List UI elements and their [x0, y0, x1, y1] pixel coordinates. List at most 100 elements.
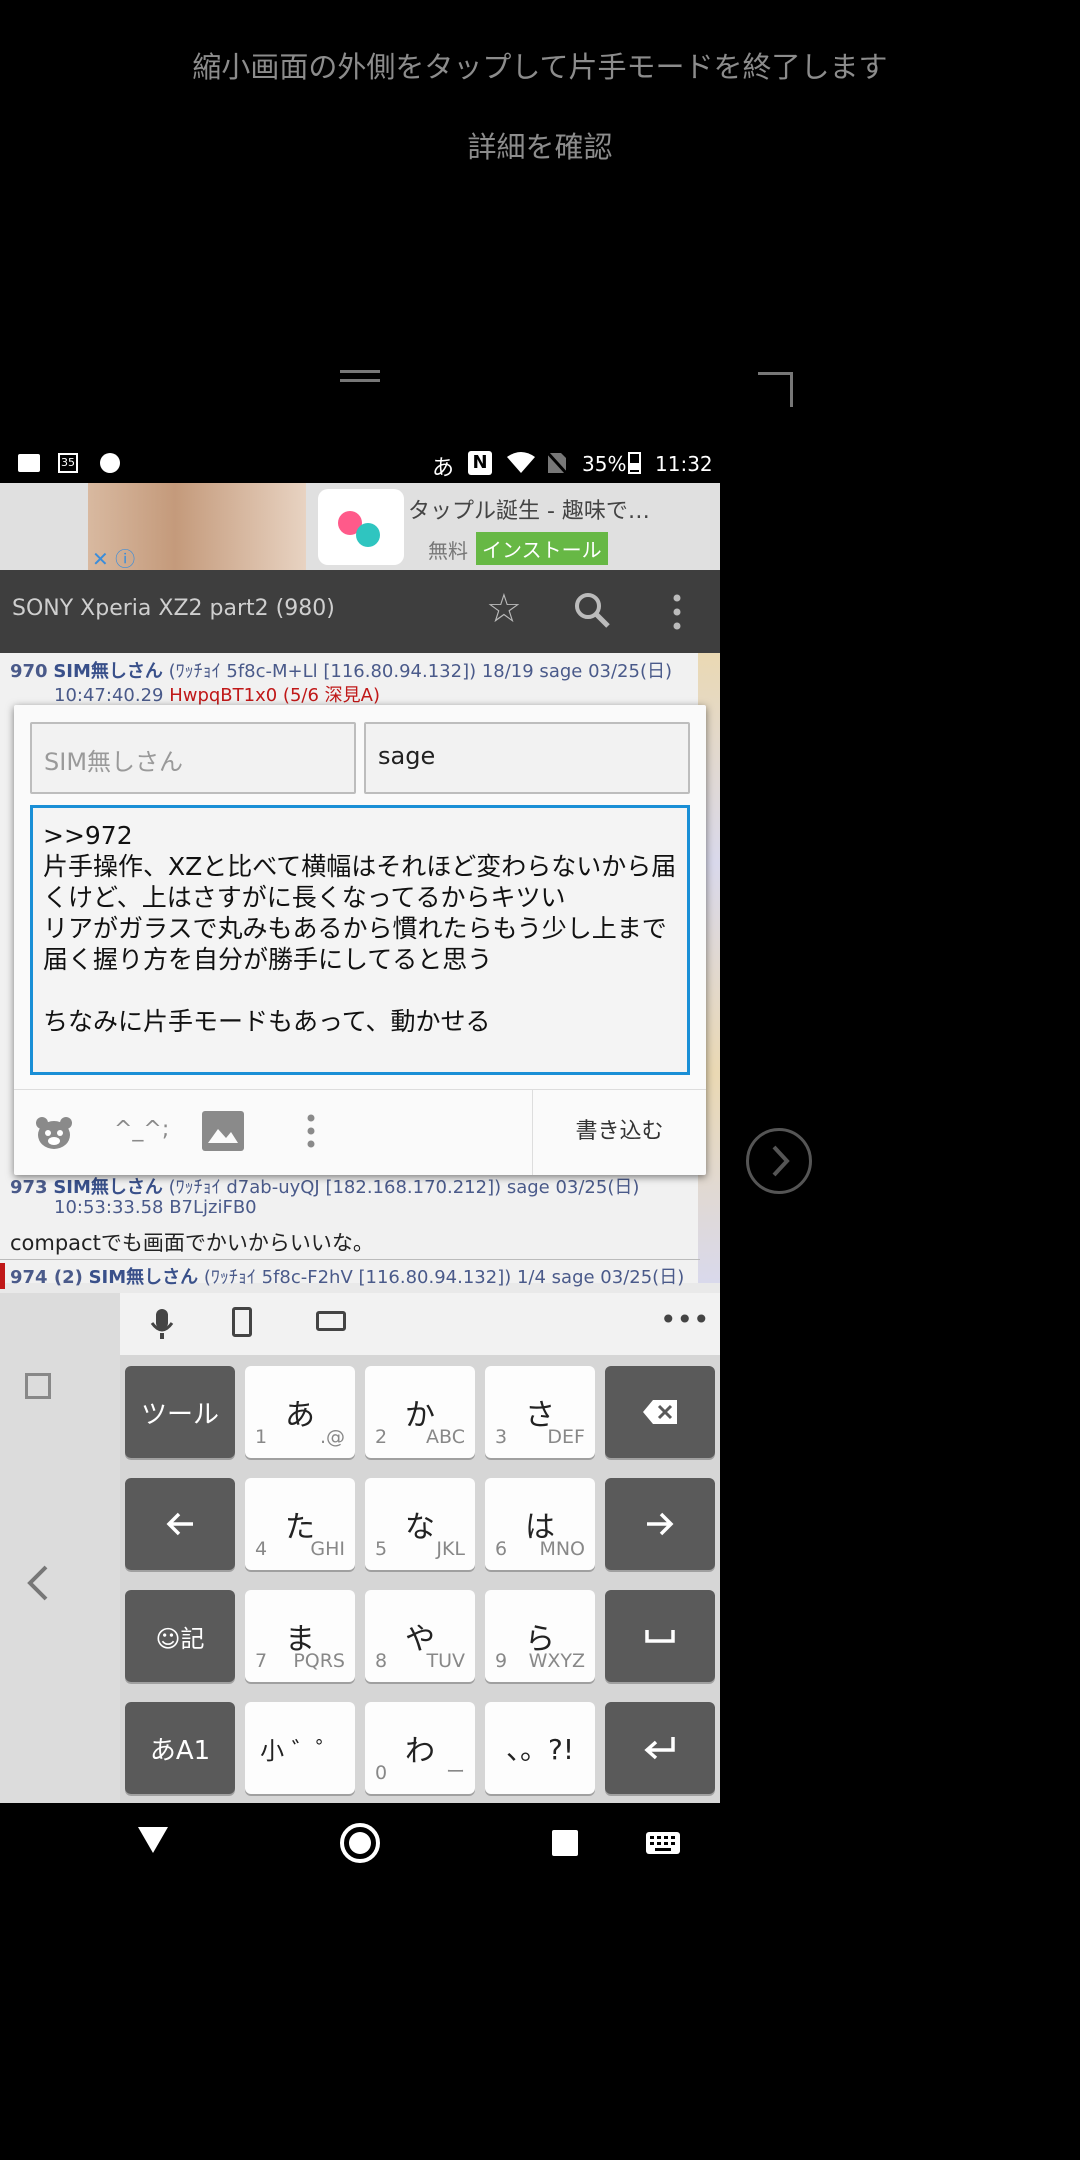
enter-icon	[644, 1737, 675, 1760]
emoji-key-label: ☺記	[155, 1624, 205, 1653]
key-ha[interactable]: は 6 MNO	[485, 1478, 595, 1570]
post-timestamp: 10:47:40.29	[54, 685, 164, 706]
battery-percent: 35%	[582, 452, 627, 476]
right-arrow-key[interactable]	[605, 1478, 715, 1570]
post-divider	[0, 1259, 700, 1260]
switch-side-button[interactable]	[746, 1128, 812, 1194]
post-id[interactable]: HwpqBT1x0 (5/6 深見A)	[169, 685, 380, 706]
key-letters: WXYZ	[528, 1650, 585, 1672]
ad-title: タップル誕生 - 趣味で…	[408, 499, 650, 524]
home-icon[interactable]	[340, 1823, 380, 1863]
post-header: 974 (2) SIM無しさん (ﾜｯﾁｮｲ 5f8c-F2hV [116.80…	[0, 1263, 684, 1289]
key-na[interactable]: な 5 JKL	[365, 1478, 475, 1570]
one-hand-icon[interactable]	[232, 1307, 252, 1337]
post-name: SIM無しさん	[88, 1267, 199, 1288]
kaomoji-button[interactable]: ^_^;	[114, 1117, 169, 1142]
key-letters: DEF	[547, 1426, 585, 1448]
tool-key[interactable]: ツール	[125, 1366, 235, 1458]
post-number[interactable]: 973	[10, 1177, 48, 1198]
search-icon[interactable]	[572, 590, 612, 634]
keyboard-switch-icon[interactable]	[316, 1311, 346, 1331]
input-mode-key[interactable]: あA1	[125, 1702, 235, 1794]
image-icon	[18, 454, 40, 472]
star-icon[interactable]: ☆	[486, 586, 522, 632]
key-letters: ー	[445, 1761, 465, 1783]
expand-keyboard-icon[interactable]	[25, 1373, 51, 1399]
post-meta: (ﾜｯﾁｮｲ 5f8c-M+Ll [116.80.94.132]) 18/19 …	[168, 661, 672, 682]
key-label: あ	[285, 1398, 315, 1433]
post-header: 973 SIM無しさん (ﾜｯﾁｮｲ d7ab-uyQJ [182.168.17…	[10, 1173, 639, 1199]
thread-title: SONY Xperia XZ2 part2 (980)	[12, 596, 335, 621]
post-header: 970 SIM無しさん (ﾜｯﾁｮｲ 5f8c-M+Ll [116.80.94.…	[10, 657, 672, 683]
key-number: 7	[255, 1650, 268, 1672]
microphone-icon[interactable]	[150, 1307, 174, 1345]
key-ta[interactable]: た 4 GHI	[245, 1478, 355, 1570]
recents-icon[interactable]	[552, 1830, 578, 1856]
calendar-icon: 35	[58, 453, 78, 473]
details-link[interactable]: 詳細を確認	[0, 124, 1080, 166]
ime-indicator: あ	[432, 456, 455, 481]
compose-dialog: SIM無しさん sage >>972 片手操作、XZと比べて横幅はそれほど変わら…	[14, 705, 706, 1175]
key-ra[interactable]: ら 9 WXYZ	[485, 1590, 595, 1682]
ad-price: 無料	[428, 539, 468, 563]
wifi-icon	[506, 451, 536, 480]
shrunk-screen: 35 あ N 35% 11:32 タップル誕生 - 趣味で… 無料 インストール…	[0, 443, 720, 1803]
keyboard-toolbar: •••	[120, 1293, 720, 1355]
key-sa[interactable]: さ 3 DEF	[485, 1366, 595, 1458]
drag-handle[interactable]	[340, 370, 380, 384]
key-letters: ABC	[426, 1426, 465, 1448]
key-ma[interactable]: ま 7 PQRS	[245, 1590, 355, 1682]
nfc-icon: N	[468, 451, 492, 475]
key-number: 3	[495, 1426, 508, 1448]
enter-key[interactable]	[605, 1702, 715, 1794]
backspace-key[interactable]	[605, 1366, 715, 1458]
key-wa[interactable]: わ0 ー	[365, 1702, 475, 1794]
space-key[interactable]	[605, 1590, 715, 1682]
input-mode-label: あA1	[149, 1735, 211, 1766]
key-ya[interactable]: や 8 TUV	[365, 1590, 475, 1682]
tool-key-label: ツール	[140, 1399, 219, 1430]
key-letters: PQRS	[293, 1650, 345, 1672]
battery-icon	[628, 452, 641, 474]
message-body-field[interactable]: >>972 片手操作、XZと比べて横幅はそれほど変わらないから届くけど、上はさす…	[30, 805, 690, 1075]
key-letters: MNO	[539, 1538, 585, 1560]
key-number: 6	[495, 1538, 508, 1560]
bear-icon[interactable]	[34, 1113, 74, 1157]
ad-install-button[interactable]: インストール	[476, 532, 608, 565]
left-arrow-key[interactable]	[125, 1478, 235, 1570]
no-sim-icon	[545, 450, 569, 480]
mail-field[interactable]: sage	[364, 722, 690, 794]
post-time: 10:47:40.29 HwpqBT1x0 (5/6 深見A)	[54, 681, 380, 707]
image-attach-icon[interactable]	[202, 1111, 244, 1151]
back-icon[interactable]	[136, 1825, 170, 1859]
resize-corner-icon[interactable]	[758, 372, 793, 407]
keyboard-side-panel	[0, 1293, 120, 1803]
key-number: 2	[375, 1426, 388, 1448]
key-number: 0	[375, 1762, 388, 1784]
app-toolbar: SONY Xperia XZ2 part2 (980) ☆	[0, 570, 720, 653]
more-options-icon[interactable]	[306, 1113, 316, 1153]
more-icon[interactable]: •••	[660, 1303, 710, 1336]
key-number: 8	[375, 1650, 388, 1672]
key-ka[interactable]: か 2 ABC	[365, 1366, 475, 1458]
post-number[interactable]: 970	[10, 661, 48, 682]
chevron-right-icon	[772, 1145, 790, 1177]
ime-keyboard: ••• ツール あ 1 .@ か 2 ABC さ 3 DEF た 4 GHI な 5 JKL は6M…	[0, 1293, 720, 1803]
punctuation-key[interactable]: 、。?!	[485, 1702, 595, 1794]
space-icon	[645, 1630, 675, 1643]
small-dakuten-key[interactable]: 小 ゛゜	[245, 1702, 355, 1794]
emoji-key[interactable]: ☺記	[125, 1590, 235, 1682]
ad-banner[interactable]: タップル誕生 - 趣味で… 無料 インストール ✕ ⓘ	[0, 483, 720, 572]
more-menu-icon[interactable]	[672, 592, 682, 636]
key-a[interactable]: あ 1 .@	[245, 1366, 355, 1458]
key-letters: .@	[319, 1426, 345, 1448]
submit-button[interactable]: 書き込む	[533, 1089, 706, 1175]
keyboard-icon[interactable]	[646, 1832, 680, 1854]
name-field[interactable]: SIM無しさん	[30, 722, 356, 794]
key-number: 5	[375, 1538, 388, 1560]
chevron-left-icon[interactable]	[26, 1563, 50, 1607]
ad-close-icon[interactable]: ✕ ⓘ	[92, 543, 135, 572]
post-number[interactable]: 974 (2)	[10, 1267, 83, 1288]
key-label: わ	[405, 1734, 435, 1769]
post-meta: (ﾜｯﾁｮｲ 5f8c-F2hV [116.80.94.132]) 1/4 sa…	[203, 1267, 685, 1288]
